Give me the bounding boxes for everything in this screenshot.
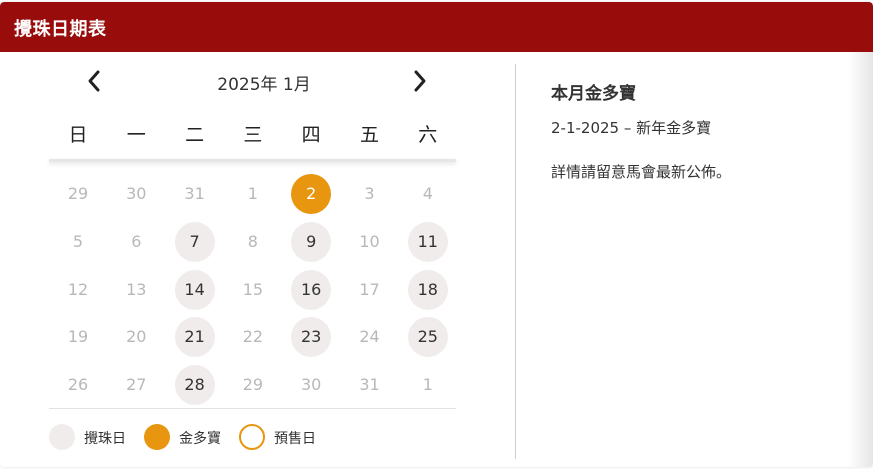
weekday-label: 三 [243,124,263,146]
calendar-day[interactable]: 20 [116,317,156,357]
calendar-day[interactable]: 24 [350,317,390,357]
calendar-day[interactable]: 31 [350,365,390,405]
weekday-label: 五 [359,124,379,146]
legend-divider [49,408,456,409]
calendar-day[interactable]: 3 [350,174,390,214]
calendar-day[interactable]: 27 [116,365,156,405]
calendar-day[interactable]: 13 [116,270,156,310]
header-bar: 攪珠日期表 [0,2,873,52]
calendar-day-grid: 29 30 31 1 2 3 4 5 6 7 8 9 10 11 12 13 14 15 16 17 18 19 20 21 2… [49,170,457,408]
calendar-day[interactable]: 29 [233,365,273,405]
legend-label-jackpot: 金多寶 [179,431,221,447]
weekday-label: 二 [185,124,205,146]
calendar-day-draw[interactable]: 7 [174,221,215,262]
calendar-day[interactable]: 19 [58,317,98,357]
calendar-day-draw[interactable]: 23 [291,317,332,358]
calendar-day-draw[interactable]: 14 [174,269,215,310]
calendar-day-draw[interactable]: 16 [291,269,332,310]
jackpot-swatch [144,424,170,450]
calendar-day-draw[interactable]: 11 [407,221,448,262]
weekday-label: 六 [418,124,438,146]
right-edge-shadow [847,52,873,467]
calendar-day-jackpot[interactable]: 2 [291,174,332,214]
calendar-day-draw[interactable]: 28 [174,365,215,406]
calendar-day-outside-month[interactable]: 30 [116,174,156,214]
weekday-header-row: 日一二三四五六 [49,120,457,152]
calendar-day-draw[interactable]: 9 [291,221,332,262]
calendar-day[interactable]: 6 [116,222,156,262]
info-title: 本月金多寶 [551,84,636,104]
previous-month-button[interactable] [79,66,109,96]
page-title: 攪珠日期表 [14,19,107,40]
weekday-label: 日 [68,124,88,146]
next-month-button[interactable] [405,66,435,96]
calendar-day[interactable]: 8 [233,222,273,262]
weekday-divider [49,159,456,162]
calendar-day[interactable]: 1 [233,174,273,214]
draw-day-swatch [49,424,75,450]
legend-label-draw-day: 攪珠日 [84,431,126,447]
calendar-day[interactable]: 26 [58,365,98,405]
calendar-day[interactable]: 22 [233,317,273,357]
calendar-day[interactable]: 30 [291,365,331,405]
calendar-day[interactable]: 5 [58,222,98,262]
draw-calendar-card: 攪珠日期表 2025年 1月 日一二三四五六 29 30 31 1 2 3 4 5 6 7 8 9 10… [0,2,873,467]
presale-swatch [239,424,265,450]
info-note: 詳情請留意馬會最新公佈。 [551,163,732,181]
current-month-label: 2025年 1月 [217,75,311,95]
calendar-day-outside-month[interactable]: 31 [175,174,215,214]
calendar-day-draw[interactable]: 25 [407,317,448,358]
chevron-left-icon [88,70,100,92]
calendar-day-outside-month[interactable]: 29 [58,174,98,214]
panel-divider [515,64,516,459]
calendar-day-draw[interactable]: 21 [174,317,215,358]
calendar-day[interactable]: 12 [58,270,98,310]
calendar-day[interactable]: 15 [233,270,273,310]
calendar-day[interactable]: 17 [350,270,390,310]
weekday-label: 四 [301,124,321,146]
legend-label-presale: 預售日 [274,431,316,447]
calendar-day[interactable]: 4 [408,174,448,214]
weekday-label: 一 [126,124,146,146]
calendar-day[interactable]: 10 [350,222,390,262]
chevron-right-icon [414,70,426,92]
calendar-day-outside-month[interactable]: 1 [408,365,448,405]
calendar-day-draw[interactable]: 18 [407,269,448,310]
jackpot-event-line: 2-1-2025 – 新年金多寶 [551,119,712,137]
